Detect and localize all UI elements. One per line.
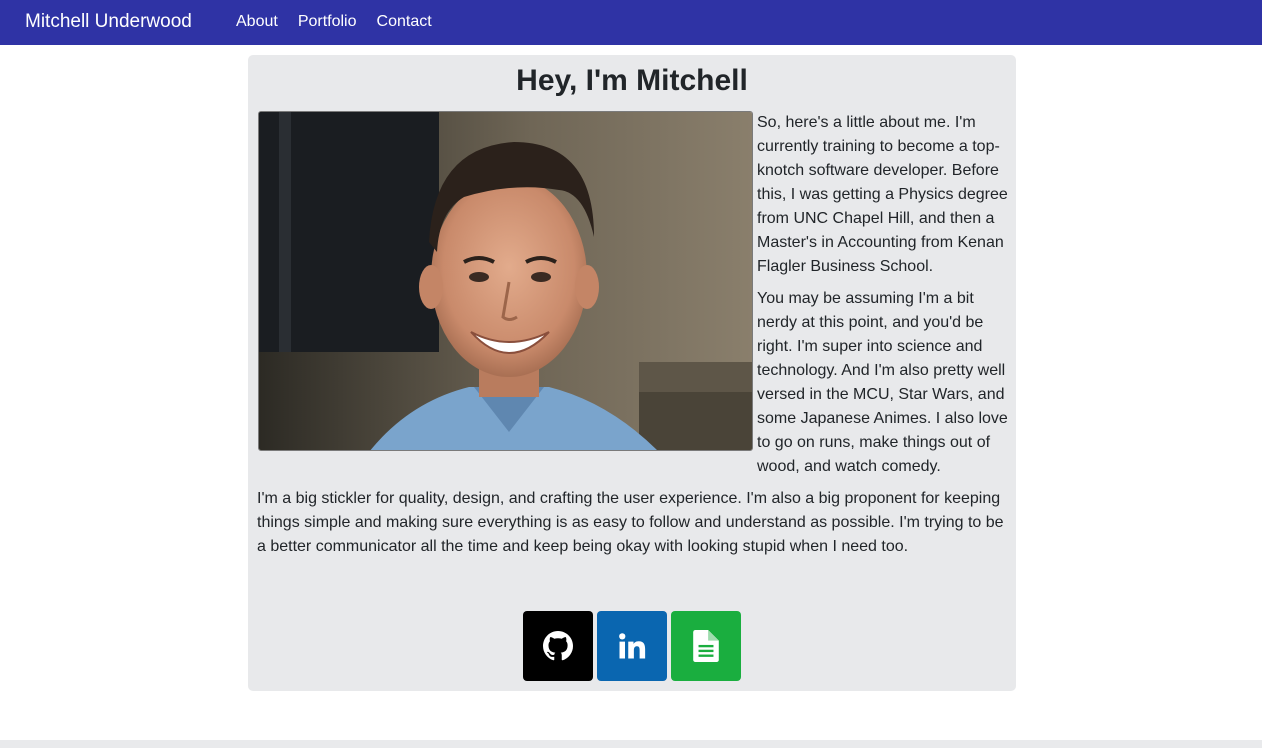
linkedin-icon [619,633,646,659]
profile-photo [258,111,753,451]
footer-strip [0,740,1262,748]
resume-button[interactable] [671,611,741,681]
navbar: Mitchell Underwood About Portfolio Conta… [0,0,1262,45]
github-icon [543,631,573,661]
about-paragraph-3: I'm a big stickler for quality, design, … [257,490,1004,555]
document-icon [693,630,719,662]
about-paragraph-1: So, here's a little about me. I'm curren… [757,114,1008,275]
social-links [523,611,741,681]
about-paragraph-2: You may be assuming I'm a bit nerdy at t… [757,290,1008,475]
nav-link-contact[interactable]: Contact [377,12,432,32]
linkedin-button[interactable] [597,611,667,681]
nav-link-about[interactable]: About [236,12,278,32]
about-card: Hey, I'm Mitchell So, here's a little ab… [248,55,1016,691]
nav-link-portfolio[interactable]: Portfolio [298,12,357,32]
nav-links: About Portfolio Contact [236,12,452,32]
page-title: Hey, I'm Mitchell [516,64,748,97]
brand-link[interactable]: Mitchell Underwood [25,10,192,34]
github-button[interactable] [523,611,593,681]
